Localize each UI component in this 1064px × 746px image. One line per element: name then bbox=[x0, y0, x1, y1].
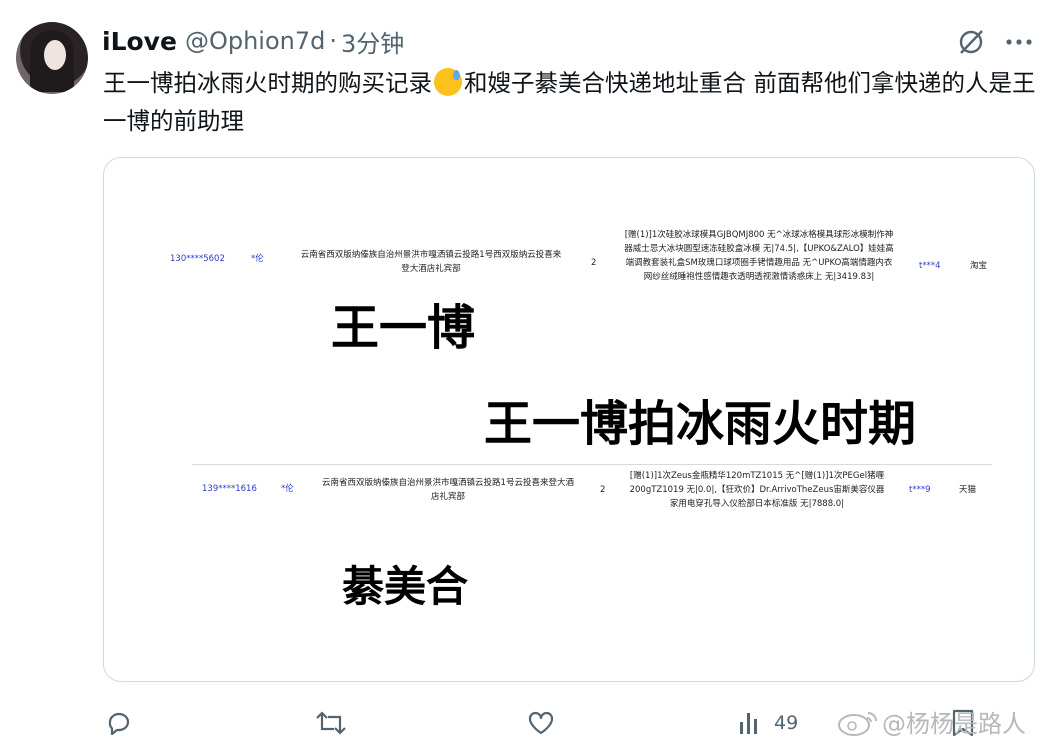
row2-platform: 天猫 bbox=[959, 485, 977, 495]
row2-phone: 139****1616 bbox=[202, 484, 257, 494]
retweet-icon bbox=[316, 711, 346, 735]
display-name[interactable]: iLove bbox=[102, 27, 177, 56]
row2-name: *伦 bbox=[281, 484, 294, 494]
retweet-button[interactable] bbox=[314, 706, 348, 740]
like-button[interactable] bbox=[526, 706, 556, 740]
weibo-logo-icon bbox=[838, 711, 877, 736]
views-count: 49 bbox=[774, 712, 799, 734]
row2-items: [赠(1)]1次Zeus金瓶精华120mTZ1015 无^[赠(1)]1次PEG… bbox=[629, 471, 885, 509]
row2-address: 云南省西双版纳傣族自治州景洪市嘎洒镇云投路1号云投喜来登大酒店礼宾部 bbox=[322, 478, 574, 502]
row2-qty: 2 bbox=[600, 485, 606, 495]
timestamp[interactable]: 3分钟 bbox=[341, 24, 404, 59]
avatar[interactable] bbox=[16, 22, 88, 94]
reply-icon bbox=[108, 712, 130, 736]
row2-buyer: t***9 bbox=[909, 485, 931, 495]
like-icon bbox=[528, 711, 554, 735]
caption-qi-meihe: 綦美合 bbox=[342, 562, 469, 611]
tweet-text-part1: 王一博拍冰雨火时期的购买记录 bbox=[103, 69, 432, 97]
tweet-header: iLove @Ophion7d · 3分钟 bbox=[102, 24, 404, 58]
avatar-face bbox=[44, 40, 66, 70]
caption-wang-yibo: 王一博 bbox=[331, 300, 476, 356]
weibo-watermark: @杨杨是路人 bbox=[834, 704, 1026, 739]
caption-wang-yibo-period: 王一博拍冰雨火时期 bbox=[484, 396, 917, 452]
views-icon bbox=[740, 713, 757, 734]
separator-dot: · bbox=[329, 27, 337, 55]
tweet-text: 王一博拍冰雨火时期的购买记录 和嫂子綦美合快递地址重合 前面帮他们拿快递的人是王一… bbox=[103, 64, 1043, 140]
user-handle[interactable]: @Ophion7d bbox=[185, 27, 325, 55]
views-button[interactable]: 49 bbox=[738, 706, 798, 740]
watermark-text: @杨杨是路人 bbox=[882, 710, 1026, 738]
more-options-icon[interactable] bbox=[1002, 25, 1036, 59]
reply-button[interactable] bbox=[104, 706, 134, 740]
grok-icon[interactable] bbox=[954, 25, 988, 59]
sweat-smile-emoji-icon bbox=[434, 68, 462, 96]
tweet-image[interactable]: 130****5602 *伦 云南省西双版纳傣族自治州景洪市嘎洒镇云投路1号西双… bbox=[103, 157, 1035, 682]
